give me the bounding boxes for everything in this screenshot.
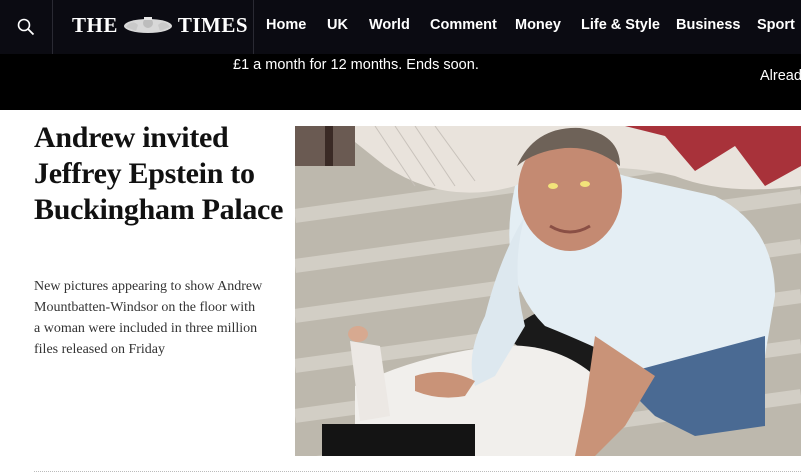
nav-item-life-style[interactable]: Life & Style xyxy=(581,17,660,33)
times-logo[interactable]: THE TIMES xyxy=(72,12,248,38)
logo-text-right: TIMES xyxy=(177,12,249,37)
article-headline[interactable]: Andrew invited Jeffrey Epstein to Buckin… xyxy=(34,120,284,228)
article-photo-image xyxy=(295,126,801,456)
already-subscribed-link[interactable]: Alread xyxy=(760,68,801,84)
nav-item-sport[interactable]: Sport xyxy=(757,17,795,33)
top-nav: THE TIMES Home UK World Comment Money Li… xyxy=(0,0,801,54)
nav-divider xyxy=(253,0,254,54)
section-divider xyxy=(34,471,801,472)
article-photo[interactable] xyxy=(295,126,801,456)
promo-offer-text: £1 a month for 12 months. Ends soon. xyxy=(233,57,479,73)
search-button[interactable] xyxy=(0,0,53,54)
nav-item-money[interactable]: Money xyxy=(515,17,561,33)
nav-item-comment[interactable]: Comment xyxy=(430,17,497,33)
logo-text-left: THE xyxy=(72,12,118,37)
article-standfirst: New pictures appearing to show Andrew Mo… xyxy=(34,279,263,357)
nav-item-home[interactable]: Home xyxy=(266,17,306,33)
search-icon xyxy=(17,18,35,36)
nav-item-world[interactable]: World xyxy=(369,17,410,33)
subscription-promo-bar[interactable]: £1 a month for 12 months. Ends soon. Alr… xyxy=(0,54,801,110)
nav-item-business[interactable]: Business xyxy=(676,17,740,33)
royal-crest-icon xyxy=(123,17,172,33)
nav-item-uk[interactable]: UK xyxy=(327,17,348,33)
